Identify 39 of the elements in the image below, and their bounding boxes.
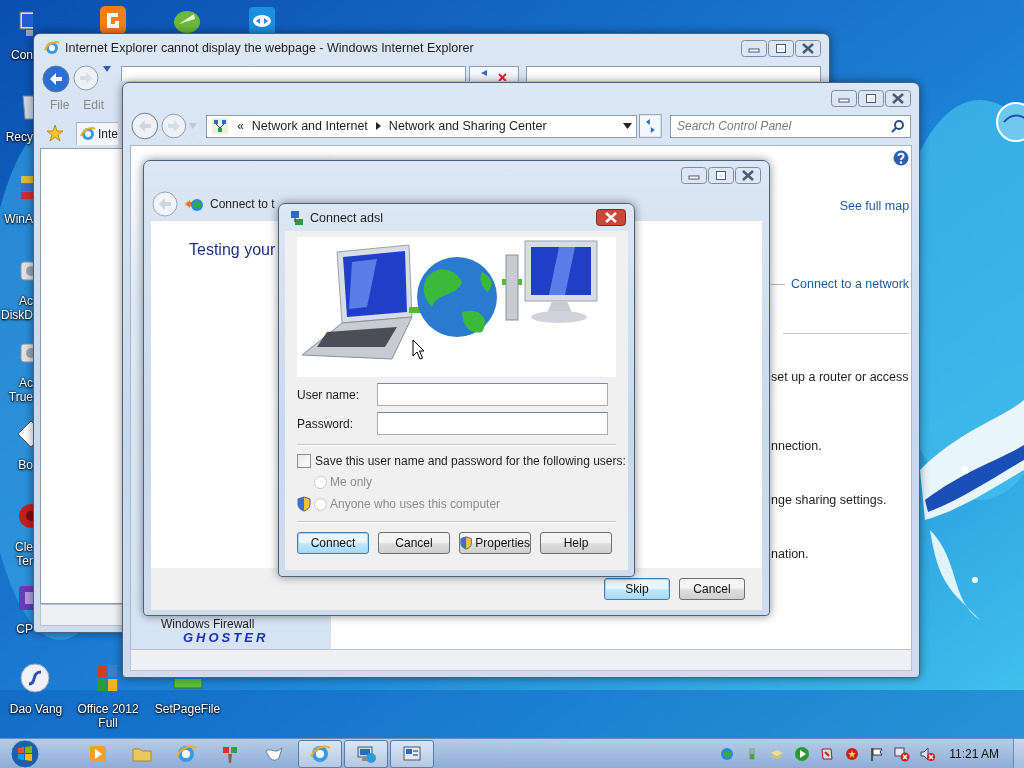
icon-label: Recy [4,130,33,144]
breadcrumb-item[interactable]: Network and Internet [251,119,368,133]
button[interactable]: Cancel [679,578,745,600]
breadcrumb-item[interactable]: Network and Sharing Center [388,119,547,133]
text: nation. [771,547,809,561]
button[interactable]: Connect [297,532,369,554]
link[interactable]: Connect to a network [791,277,910,291]
window-title: Internet Explorer cannot display the webpage - Windows Internet Explorer [65,41,475,55]
icon-label: Ac True [7,376,33,404]
browser-tab[interactable]: Inte [76,121,118,145]
icon-label: SetPageFile [154,702,221,716]
button[interactable]: Skip [604,578,670,600]
sidebar-link[interactable]: Windows Firewall [161,618,331,631]
search-field[interactable]: Search Control Panel [670,114,911,138]
logo: GHOSTER [183,631,270,645]
icon-label: WinA [3,212,33,226]
icon-label: Dao Vang [9,702,63,716]
text: nnection. [771,439,822,453]
clock[interactable]: 11:21 AM [949,746,999,761]
icon-label: Cle Ter [14,540,33,568]
window-title: Connect to t [210,197,275,211]
button[interactable]: Help [540,532,612,554]
icon-label: Ac DiskD [0,294,33,322]
field-label: User name: [297,387,361,402]
heading: Testing your [189,241,276,258]
icon-label: Office 2012 Full [76,702,140,730]
address-bar[interactable]: « Network and Internet Network and Sharing Center [206,114,638,138]
icon-label: CP [15,622,33,636]
button[interactable]: Properties [459,532,531,554]
overflow-chevron[interactable]: « [237,119,244,133]
window-title: Connect adsl [310,210,384,225]
field-label: Password: [297,416,355,431]
icon-label: Con [10,48,33,62]
link[interactable]: See full map [839,199,910,213]
icon-label: Bo [17,458,33,472]
text: set up a router or access [771,370,909,384]
text: nge sharing settings. [771,493,887,507]
checkbox-label[interactable]: Save this user name and password for the following users: [315,454,626,468]
button[interactable]: Cancel [378,532,450,554]
